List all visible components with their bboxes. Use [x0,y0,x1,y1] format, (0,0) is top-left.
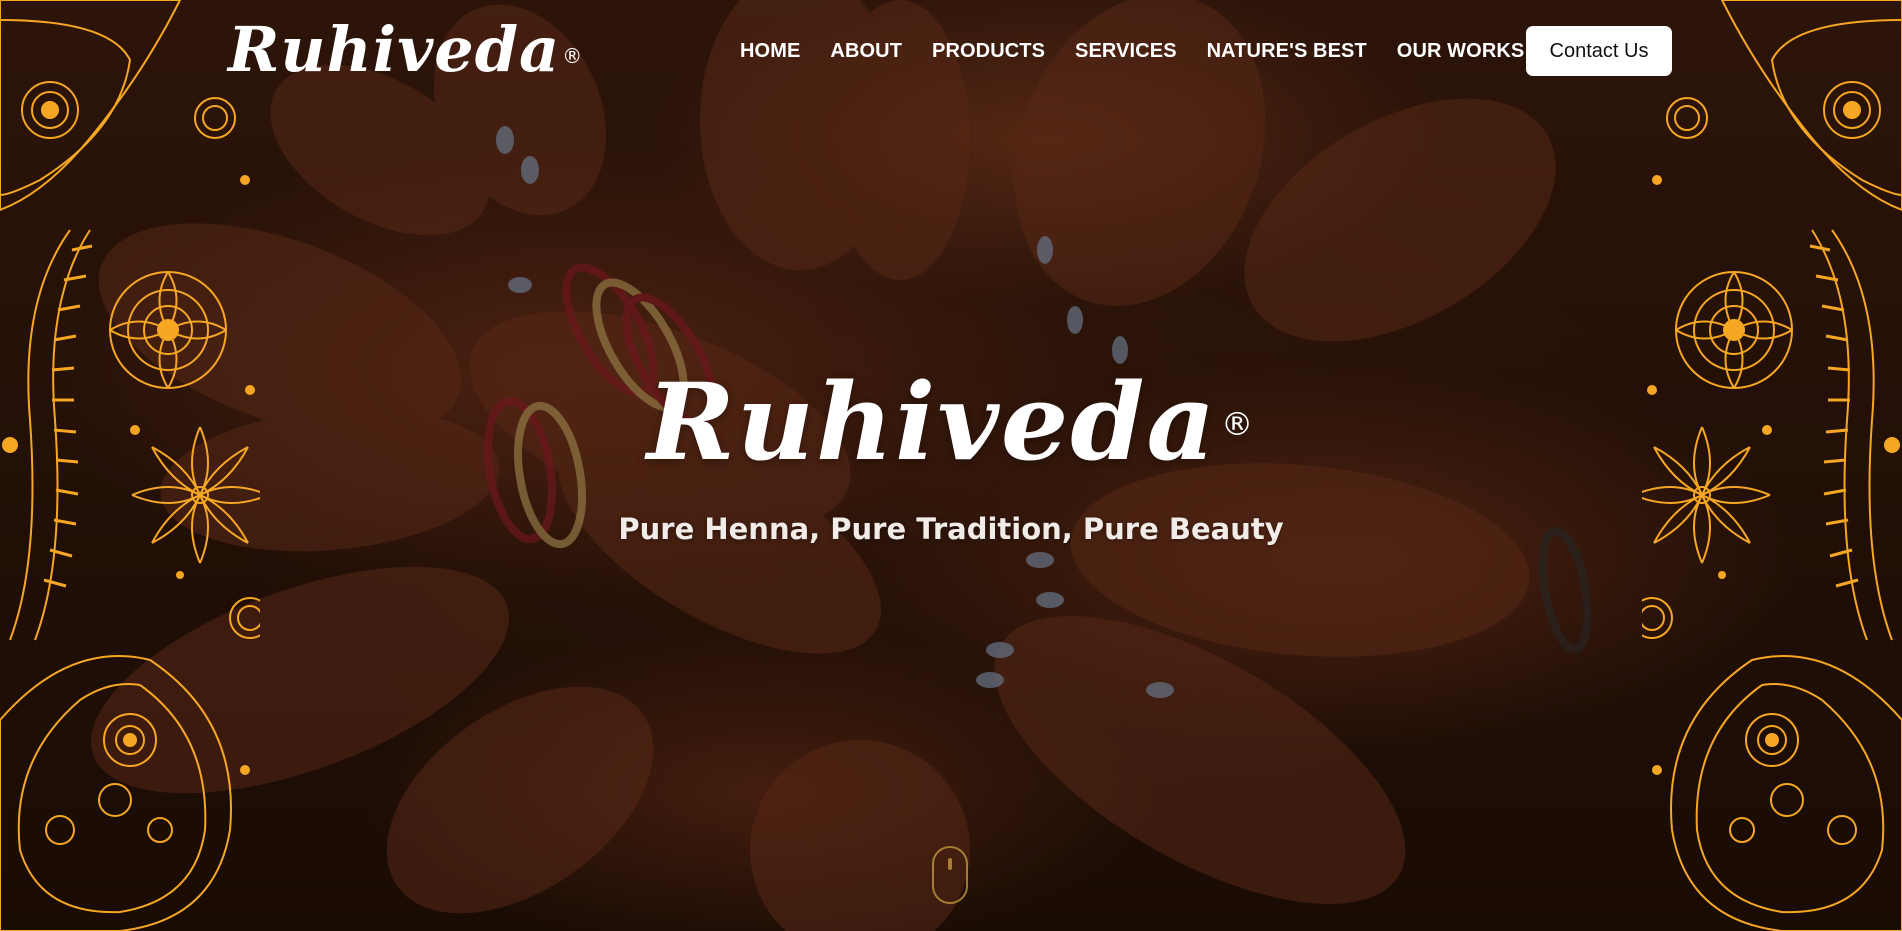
header-logo-registered-mark: ® [562,44,584,68]
header-logo-text: Ruhiveda [228,13,561,86]
nav-item-home[interactable]: HOME [740,40,800,63]
nav-item-products[interactable]: PRODUCTS [932,40,1045,63]
nav-item-about[interactable]: ABOUT [830,40,902,63]
contact-us-button[interactable]: Contact Us [1526,26,1672,76]
nav-item-services[interactable]: SERVICES [1075,40,1177,63]
nav-item-natures-best[interactable]: NATURE'S BEST [1207,40,1367,63]
hero-title-wrapper: Ruhiveda ® [0,362,1902,482]
mouse-scroll-icon[interactable] [932,846,968,904]
hero-section: Ruhiveda ® HOME ABOUT PRODUCTS SERVICES N… [0,0,1902,931]
site-header: Ruhiveda ® HOME ABOUT PRODUCTS SERVICES N… [0,0,1902,104]
header-logo[interactable]: Ruhiveda ® [228,12,583,88]
hero-title-registered-mark: ® [1221,405,1256,443]
hero-tagline: Pure Henna, Pure Tradition, Pure Beauty [618,512,1284,546]
hero-title-text: Ruhiveda [646,359,1218,484]
scroll-wheel [948,858,952,870]
nav-item-our-works[interactable]: OUR WORKS [1397,40,1525,63]
hero-title: Ruhiveda ® [647,362,1255,482]
main-nav: HOME ABOUT PRODUCTS SERVICES NATURE'S BE… [740,26,1554,76]
